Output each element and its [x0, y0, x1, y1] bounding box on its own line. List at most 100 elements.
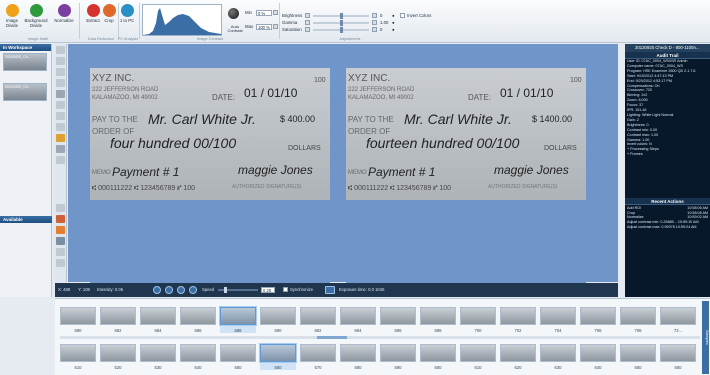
zoom-tool-icon[interactable] [56, 68, 65, 76]
saturation-slider[interactable] [313, 27, 369, 33]
filmstrip-frame[interactable]: 510 [60, 344, 96, 370]
normalize-button[interactable]: Normalize [52, 4, 76, 24]
filmstrip-frame[interactable]: 692 [300, 307, 336, 333]
frame-label: 570 [314, 365, 322, 370]
crop-button[interactable]: Crop [100, 4, 118, 24]
filmstrip-frame[interactable]: 706 [580, 307, 616, 333]
stop-icon[interactable] [165, 286, 173, 294]
check-image-right[interactable]: XYZ INC. 222 JEFFERSON ROAD KALAMAZOO, M… [346, 68, 586, 290]
gamma-pin-icon[interactable]: ● [392, 20, 395, 25]
check-number: 100 [570, 77, 582, 84]
ruler-tool-icon[interactable] [56, 226, 65, 234]
rectangle-tool-icon[interactable] [56, 101, 65, 109]
frame-thumbnail [500, 307, 536, 325]
check-image-left[interactable]: XYZ INC. 222 JEFFERSON ROAD KALAMAZOO, M… [90, 68, 330, 290]
saturation-decrease[interactable] [305, 27, 310, 32]
play-icon[interactable] [177, 286, 185, 294]
filmstrip-frame[interactable]: 560 [260, 344, 296, 370]
filmstrip-frame[interactable]: 708 [620, 307, 656, 333]
saturation-pin-icon[interactable]: ● [392, 27, 395, 32]
spectrum-tool-icon[interactable] [56, 237, 65, 245]
filmstrip-frame[interactable]: 620 [500, 344, 536, 370]
brightness-slider[interactable] [313, 13, 369, 19]
filmstrip-frame[interactable]: 600 [420, 344, 456, 370]
frame-label: 650 [634, 365, 642, 370]
pencil-tool-icon[interactable] [56, 134, 65, 142]
filmstrip-frame[interactable]: 660 [660, 344, 696, 370]
background-divide-button[interactable]: Background Divide [23, 4, 49, 28]
line-tool-icon[interactable] [56, 90, 65, 98]
one-to-pc-button[interactable]: 1 to PC [118, 4, 136, 24]
filmstrip-frame[interactable]: 682 [100, 307, 136, 333]
contrast-max-field[interactable]: 100 % [256, 24, 272, 30]
image-viewer[interactable]: XYZ INC. 222 JEFFERSON ROAD KALAMAZOO, M… [68, 44, 618, 290]
skip-forward-icon[interactable] [189, 286, 197, 294]
filmstrip-frame[interactable]: 540 [180, 344, 216, 370]
flashlight-tool-icon[interactable] [56, 123, 65, 131]
recent-action-item[interactable]: Adjust contrast max: 0.99978 10:59:24 AM [625, 225, 710, 230]
filmstrip-frame[interactable]: 650 [620, 344, 656, 370]
filmstrip-frame[interactable]: 680 [60, 307, 96, 333]
pointer-tool-icon[interactable] [56, 46, 65, 54]
gamma-decrease[interactable] [305, 20, 310, 25]
image-divide-button[interactable]: Image Divide [1, 4, 23, 28]
filmstrip-frame[interactable]: 684 [140, 307, 176, 333]
speed-slider[interactable] [218, 287, 258, 293]
brightness-pin-icon[interactable]: ● [392, 13, 395, 18]
filmstrip-scrollbar-1[interactable] [60, 336, 700, 339]
speed-field[interactable]: 0.25 [261, 287, 275, 293]
filmstrip-frame[interactable]: 590 [380, 344, 416, 370]
audit-line[interactable]: + Frames [625, 152, 710, 157]
saturation-label: Saturation [282, 27, 302, 32]
filmstrip-frame[interactable]: 610 [460, 344, 496, 370]
frame-label: 620 [514, 365, 522, 370]
grid-tool-icon[interactable] [56, 215, 65, 223]
workspace-item[interactable]: 20120920_Ch... [3, 83, 47, 101]
crosshair-tool-icon[interactable] [56, 204, 65, 212]
measure-tool-icon[interactable] [56, 156, 65, 164]
frame-label: 680 [74, 328, 82, 333]
check-company: XYZ INC. [92, 73, 134, 84]
filmstrip-frame[interactable]: 696 [380, 307, 416, 333]
gamma-increase[interactable] [372, 20, 377, 25]
filmstrip-frame[interactable]: 700 [460, 307, 496, 333]
hand-tool-icon[interactable] [56, 57, 65, 65]
filmstrip-frame[interactable]: 630 [540, 344, 576, 370]
filmstrip-frame[interactable]: 694 [340, 307, 376, 333]
ellipse-tool-icon[interactable] [56, 112, 65, 120]
synchronize-checkbox[interactable] [283, 287, 288, 292]
filmstrip-frame[interactable]: 72... [660, 307, 696, 333]
filmstrip-frame[interactable]: 688 [220, 307, 256, 333]
contrast-max-spin[interactable] [273, 24, 278, 29]
filmstrip-frame[interactable]: 704 [540, 307, 576, 333]
brightness-increase[interactable] [372, 13, 377, 18]
filmstrip-frame[interactable]: 698 [420, 307, 456, 333]
filmstrip-frame[interactable]: 690 [260, 307, 296, 333]
angle-tool-icon[interactable] [56, 145, 65, 153]
filmstrip-side-tab[interactable]: Samples [702, 301, 709, 374]
filmstrip-frame[interactable]: 580 [340, 344, 376, 370]
point-tool-icon[interactable] [56, 79, 65, 87]
filmstrip-frame[interactable]: 570 [300, 344, 336, 370]
histogram-tool-icon[interactable] [56, 248, 65, 256]
check-address1: 222 JEFFERSON ROAD [92, 87, 159, 93]
frame-label: 702 [514, 328, 522, 333]
filmstrip-frame[interactable]: 550 [220, 344, 256, 370]
filmstrip-frame[interactable]: 702 [500, 307, 536, 333]
frame-thumbnail [500, 344, 536, 362]
filmstrip-frame[interactable]: 686 [180, 307, 216, 333]
brightness-decrease[interactable] [305, 13, 310, 18]
filmstrip-frame[interactable]: 520 [100, 344, 136, 370]
skip-back-icon[interactable] [153, 286, 161, 294]
contrast-min-spin[interactable] [273, 10, 278, 15]
contrast-min-field[interactable]: 0 % [256, 10, 272, 16]
settings-tool-icon[interactable] [56, 259, 65, 267]
workspace-item[interactable]: 20120920_Ch... [3, 53, 47, 71]
filmstrip-frame[interactable]: 530 [140, 344, 176, 370]
saturation-increase[interactable] [372, 27, 377, 32]
filmstrip-frame[interactable]: 640 [580, 344, 616, 370]
gamma-slider[interactable] [313, 20, 369, 26]
available-title: Available [0, 216, 52, 223]
invert-colors-checkbox[interactable] [400, 13, 405, 18]
auto-contrast-icon[interactable] [228, 8, 239, 19]
